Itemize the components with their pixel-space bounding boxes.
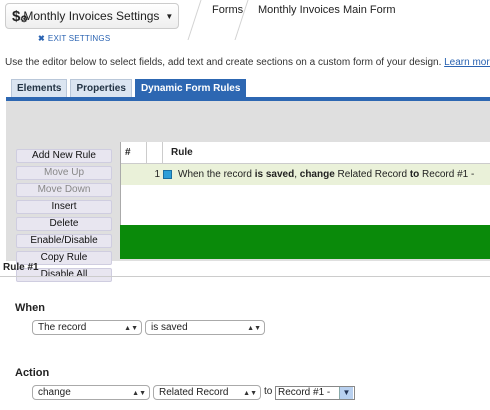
delete-button[interactable]: Delete <box>16 217 112 231</box>
action-field-value: Related Record <box>159 387 229 398</box>
action-label: Action <box>15 367 50 379</box>
rule-table-footer <box>120 225 490 259</box>
add-new-rule-button[interactable]: Add New Rule <box>16 149 112 163</box>
chevron-down-icon: ▼ <box>165 11 174 21</box>
learn-more-link[interactable]: Learn more <box>444 57 490 68</box>
to-label: to <box>264 386 273 397</box>
action-verb-select[interactable]: change ▲▼ <box>32 385 150 400</box>
rule-status-icon <box>163 170 172 179</box>
app-name: Monthly Invoices Settings <box>23 9 160 23</box>
when-event-select[interactable]: is saved ▲▼ <box>145 320 265 335</box>
select-arrows-icon: ▲▼ <box>124 325 138 332</box>
divider <box>0 276 490 277</box>
rule-row[interactable]: 1 When the record is saved, change Relat… <box>121 164 490 185</box>
action-verb-value: change <box>38 387 71 398</box>
column-spacer <box>147 142 163 163</box>
action-value-select[interactable]: Record #1 - ▼ <box>275 386 355 400</box>
app-settings-dropdown[interactable]: $ ⚙ Monthly Invoices Settings ▼ <box>5 3 179 29</box>
exit-settings-link[interactable]: ✖ EXIT SETTINGS <box>38 34 110 43</box>
rules-table-header: # Rule <box>121 142 490 164</box>
when-event-value: is saved <box>151 322 188 333</box>
when-label: When <box>15 302 45 314</box>
tab-dynamic-form-rules[interactable]: Dynamic Form Rules <box>134 79 247 97</box>
rule-number: 1 <box>154 169 160 180</box>
breadcrumb-current-form: Monthly Invoices Main Form <box>258 4 396 16</box>
move-down-button[interactable]: Move Down <box>16 183 112 197</box>
intro-text-body: Use the editor below to select fields, a… <box>5 57 442 68</box>
move-up-button[interactable]: Move Up <box>16 166 112 180</box>
select-arrows-icon: ▲▼ <box>247 325 261 332</box>
insert-button[interactable]: Insert <box>16 200 112 214</box>
rule-title: Rule #1 <box>3 262 39 273</box>
dollar-gear-icon: $ ⚙ <box>12 7 29 25</box>
breadcrumb-separator <box>178 0 202 40</box>
tab-bar: Elements Properties Dynamic Form Rules <box>11 79 247 97</box>
rules-table: # Rule 1 When the record is saved, chang… <box>120 142 490 225</box>
when-subject-select[interactable]: The record ▲▼ <box>32 320 142 335</box>
rule-text: When the record is saved, change Related… <box>178 169 475 180</box>
exit-settings-label: EXIT SETTINGS <box>47 34 111 43</box>
tab-properties[interactable]: Properties <box>70 79 132 97</box>
select-arrows-icon: ▲▼ <box>243 390 257 397</box>
enable-disable-button[interactable]: Enable/Disable <box>16 234 112 248</box>
chevron-down-icon: ▼ <box>339 387 353 399</box>
action-value-text: Record #1 - <box>278 387 331 398</box>
tab-elements[interactable]: Elements <box>11 79 68 97</box>
select-arrows-icon: ▲▼ <box>132 390 146 397</box>
action-field-select[interactable]: Related Record ▲▼ <box>153 385 261 400</box>
when-subject-value: The record <box>38 322 87 333</box>
close-icon: ✖ <box>38 34 45 43</box>
intro-text: Use the editor below to select fields, a… <box>5 57 490 68</box>
column-number: # <box>121 142 147 163</box>
column-rule: Rule <box>171 147 193 158</box>
